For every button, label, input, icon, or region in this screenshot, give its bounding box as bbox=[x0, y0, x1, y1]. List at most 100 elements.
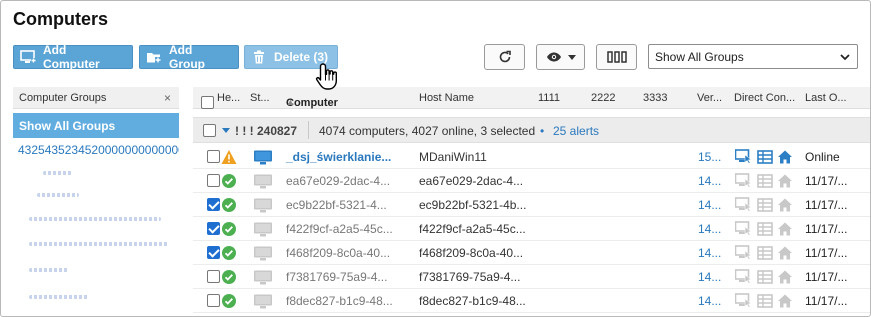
group-item-show-all[interactable]: Show All Groups bbox=[13, 113, 179, 138]
refresh-button[interactable] bbox=[484, 44, 525, 70]
row-checkbox[interactable] bbox=[207, 246, 220, 262]
table-row[interactable]: _dsj_świerklanie... MDaniWin11 15... Online bbox=[193, 145, 870, 169]
column-direct-connect[interactable]: Direct Con... bbox=[734, 92, 795, 104]
add-group-label: Add Group bbox=[169, 43, 205, 71]
direct-connect-actions bbox=[734, 221, 793, 240]
computer-name[interactable]: f468f209-8c0a-40... bbox=[286, 246, 390, 260]
table-row[interactable]: f7381769-75a9-4... f7381769-75a9-4... 14..… bbox=[193, 265, 870, 289]
table-view-icon[interactable] bbox=[757, 197, 773, 216]
computer-name[interactable]: f8dec827-b1c9-48... bbox=[286, 294, 393, 308]
computers-grid: He... St... Computer ▲ Host Name 1111 22… bbox=[193, 87, 870, 316]
table-row[interactable]: ea67e029-2dac-4... ea67e029-2dac-4... 14..… bbox=[193, 169, 870, 193]
group-filter-select[interactable]: Show All Groups bbox=[648, 44, 858, 69]
view-options-button[interactable] bbox=[536, 44, 585, 70]
computer-name[interactable]: ea67e029-2dac-4... bbox=[286, 174, 390, 188]
remote-control-icon[interactable] bbox=[734, 245, 753, 264]
computer-add-icon bbox=[20, 50, 36, 64]
column-3333[interactable]: 3333 bbox=[643, 92, 667, 104]
table-row[interactable]: f8dec827-b1c9-48... f8dec827-b1c9-48... 14… bbox=[193, 289, 870, 313]
blurred-group-item bbox=[29, 295, 89, 299]
table-view-icon[interactable] bbox=[757, 221, 773, 240]
health-ok-icon bbox=[221, 221, 237, 237]
table-view-icon[interactable] bbox=[757, 269, 773, 288]
row-checkbox[interactable] bbox=[207, 198, 220, 214]
home-icon[interactable] bbox=[777, 197, 793, 216]
chevron-down-icon[interactable] bbox=[222, 128, 230, 133]
remote-control-icon[interactable] bbox=[734, 197, 753, 216]
add-computer-label: Add Computer bbox=[43, 43, 100, 71]
direct-connect-actions bbox=[734, 293, 793, 312]
computer-groups-title: Computer Groups bbox=[19, 91, 107, 104]
column-version[interactable]: Ver... bbox=[697, 92, 722, 104]
remote-control-icon[interactable] bbox=[734, 149, 753, 168]
row-checkbox[interactable] bbox=[207, 174, 220, 190]
table-row[interactable]: f468f209-8c0a-40... f468f209-8c0a-40... 14… bbox=[193, 241, 870, 265]
remote-control-icon[interactable] bbox=[734, 173, 753, 192]
version-link[interactable]: 14... bbox=[698, 198, 721, 212]
group-item-id[interactable]: 4325435234520000000000000 bbox=[13, 143, 179, 157]
host-name: f422f9cf-a2a5-45c... bbox=[419, 222, 526, 236]
monitor-icon bbox=[253, 270, 273, 288]
row-checkbox[interactable] bbox=[207, 270, 220, 286]
home-icon[interactable] bbox=[777, 221, 793, 240]
computer-name[interactable]: _dsj_świerklanie... bbox=[286, 150, 391, 164]
last-online: 11/17/... bbox=[805, 270, 848, 284]
monitor-icon bbox=[253, 222, 273, 240]
home-icon[interactable] bbox=[777, 245, 793, 264]
table-view-icon[interactable] bbox=[757, 293, 773, 312]
blurred-group-item bbox=[29, 242, 169, 246]
column-1111[interactable]: 1111 bbox=[538, 92, 560, 104]
column-2222[interactable]: 2222 bbox=[591, 92, 615, 104]
home-icon[interactable] bbox=[777, 269, 793, 288]
table-row[interactable]: ec9b22bf-5321-4... ec9b22bf-5321-4b... 14.… bbox=[193, 193, 870, 217]
summary-bullet: • bbox=[540, 124, 545, 138]
version-link[interactable]: 14... bbox=[698, 174, 721, 188]
computer-name[interactable]: ec9b22bf-5321-4... bbox=[286, 198, 387, 212]
column-last-online[interactable]: Last O... bbox=[805, 92, 847, 104]
alerts-link[interactable]: 25 alerts bbox=[553, 124, 599, 138]
last-online: 11/17/... bbox=[805, 294, 848, 308]
row-checkbox[interactable] bbox=[207, 222, 220, 238]
close-icon[interactable]: × bbox=[164, 91, 171, 105]
version-link[interactable]: 14... bbox=[698, 246, 721, 260]
host-name: f8dec827-b1c9-48... bbox=[419, 294, 526, 308]
monitor-icon bbox=[253, 150, 273, 168]
table-view-icon[interactable] bbox=[757, 245, 773, 264]
refresh-icon bbox=[499, 50, 511, 63]
chevron-down-icon bbox=[840, 54, 850, 61]
hand-cursor-icon bbox=[315, 63, 337, 90]
version-link[interactable]: 15... bbox=[698, 150, 721, 164]
remote-control-icon[interactable] bbox=[734, 269, 753, 288]
computer-name[interactable]: f422f9cf-a2a5-45c... bbox=[286, 222, 393, 236]
blurred-group-item bbox=[29, 217, 161, 221]
health-ok-icon bbox=[221, 269, 237, 285]
row-checkbox[interactable] bbox=[207, 150, 220, 166]
add-computer-button[interactable]: Add Computer bbox=[13, 43, 133, 71]
direct-connect-actions bbox=[734, 245, 793, 264]
summary-checkbox[interactable] bbox=[203, 124, 216, 140]
host-name: ea67e029-2dac-4... bbox=[419, 174, 524, 188]
computers-page: Computers Add Computer Add Group Delete … bbox=[0, 0, 871, 317]
remote-control-icon[interactable] bbox=[734, 293, 753, 312]
home-icon[interactable] bbox=[777, 293, 793, 312]
computer-groups-panel: Computer Groups × Show All Groups 432543… bbox=[13, 87, 179, 316]
version-link[interactable]: 14... bbox=[698, 270, 721, 284]
health-ok-icon bbox=[221, 245, 237, 261]
version-link[interactable]: 14... bbox=[698, 222, 721, 236]
column-health[interactable]: He... bbox=[217, 92, 240, 104]
column-status[interactable]: St... bbox=[250, 92, 270, 104]
remote-control-icon[interactable] bbox=[734, 221, 753, 240]
health-ok-icon bbox=[221, 173, 237, 189]
version-link[interactable]: 14... bbox=[698, 294, 721, 308]
computer-name[interactable]: f7381769-75a9-4... bbox=[286, 270, 387, 284]
columns-button[interactable] bbox=[596, 44, 637, 70]
home-icon[interactable] bbox=[777, 149, 793, 168]
row-checkbox[interactable] bbox=[207, 294, 220, 310]
home-icon[interactable] bbox=[777, 173, 793, 192]
add-group-button[interactable]: Add Group bbox=[139, 43, 239, 71]
table-view-icon[interactable] bbox=[757, 149, 773, 168]
column-host-name[interactable]: Host Name bbox=[419, 92, 474, 104]
table-view-icon[interactable] bbox=[757, 173, 773, 192]
table-row[interactable]: f422f9cf-a2a5-45c... f422f9cf-a2a5-45c...… bbox=[193, 217, 870, 241]
host-name: f468f209-8c0a-40... bbox=[419, 246, 524, 260]
